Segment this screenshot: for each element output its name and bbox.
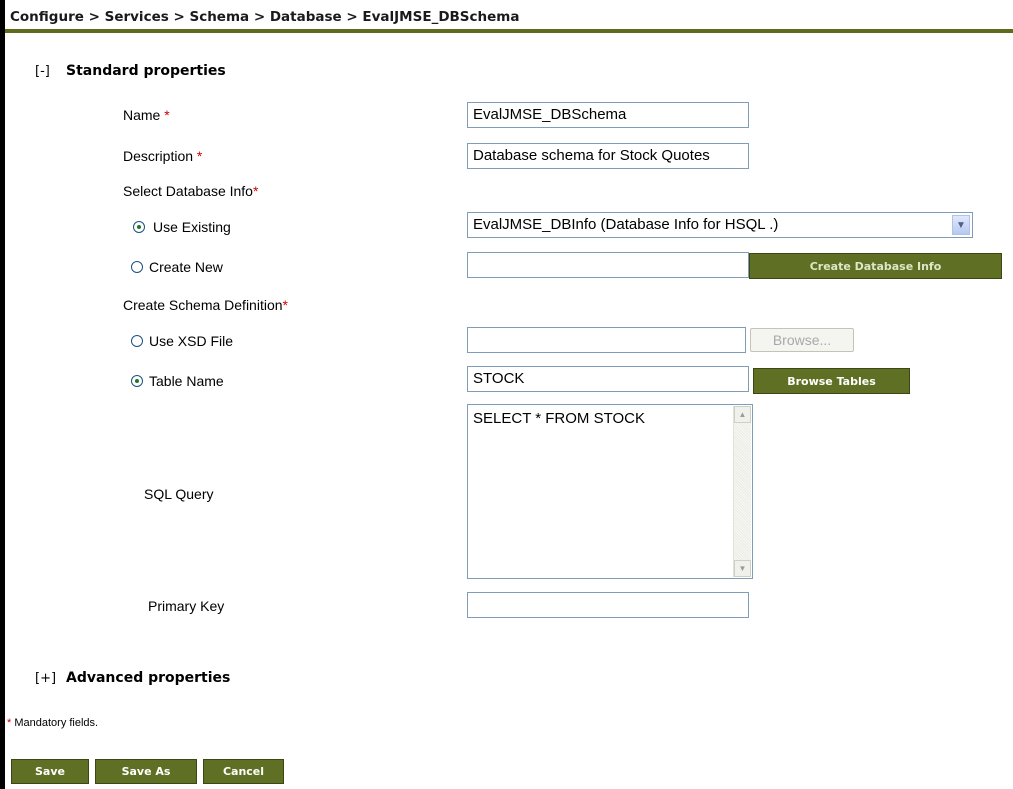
- description-label: Description *: [123, 148, 202, 164]
- left-border: [0, 0, 5, 789]
- table-name-radio[interactable]: [131, 375, 143, 387]
- required-marker: *: [282, 297, 288, 313]
- xsd-file-field[interactable]: [467, 327, 746, 353]
- use-xsd-label: Use XSD File: [149, 333, 234, 349]
- create-schema-definition-text: Create Schema Definition: [123, 297, 283, 313]
- standard-properties-title: Standard properties: [66, 63, 226, 79]
- create-new-radio[interactable]: [131, 261, 143, 273]
- name-label-text: Name: [123, 107, 161, 123]
- sql-query-text: SELECT * FROM STOCK: [473, 410, 645, 427]
- required-marker: *: [252, 183, 259, 199]
- save-button[interactable]: Save: [11, 759, 89, 784]
- standard-properties-toggle[interactable]: [-]: [35, 64, 50, 79]
- create-schema-definition-label: Create Schema Definition*: [123, 297, 288, 313]
- sql-query-scrollbar[interactable]: ▲ ▼: [733, 406, 751, 577]
- save-as-button[interactable]: Save As: [95, 759, 197, 784]
- advanced-properties-toggle[interactable]: [+]: [35, 671, 56, 686]
- advanced-properties-title[interactable]: Advanced properties: [66, 670, 230, 686]
- use-existing-radio-row[interactable]: Use Existing: [133, 219, 231, 235]
- use-existing-radio[interactable]: [133, 221, 145, 233]
- primary-key-label: Primary Key: [148, 598, 225, 614]
- use-existing-label: Use Existing: [153, 219, 231, 235]
- mandatory-note-text: Mandatory fields.: [14, 717, 99, 729]
- browse-tables-button[interactable]: Browse Tables: [753, 368, 910, 394]
- use-xsd-radio-row[interactable]: Use XSD File: [131, 333, 233, 349]
- create-database-info-button[interactable]: Create Database Info: [749, 253, 1002, 279]
- header-divider: [5, 29, 1013, 33]
- select-database-info-label: Select Database Info*: [123, 183, 258, 199]
- breadcrumb: Configure > Services > Schema > Database…: [10, 9, 520, 25]
- table-name-field[interactable]: STOCK: [467, 366, 749, 392]
- select-database-info-text: Select Database Info: [123, 183, 253, 199]
- create-new-label: Create New: [149, 259, 223, 275]
- database-info-select[interactable]: EvalJMSE_DBInfo (Database Info for HSQL …: [467, 212, 973, 238]
- sql-query-textarea[interactable]: SELECT * FROM STOCK ▲ ▼: [467, 404, 753, 579]
- name-field[interactable]: EvalJMSE_DBSchema: [467, 102, 749, 128]
- database-info-selected: EvalJMSE_DBInfo (Database Info for HSQL …: [473, 216, 779, 233]
- create-new-radio-row[interactable]: Create New: [131, 259, 223, 275]
- scroll-down-icon[interactable]: ▼: [734, 560, 751, 577]
- table-name-radio-row[interactable]: Table Name: [131, 373, 224, 389]
- browse-button[interactable]: Browse...: [750, 328, 854, 352]
- required-marker: *: [7, 717, 12, 729]
- schema-config-page: Configure > Services > Schema > Database…: [0, 0, 1013, 789]
- required-marker: *: [164, 107, 170, 123]
- sql-query-label: SQL Query: [144, 486, 214, 502]
- description-label-text: Description: [123, 148, 194, 164]
- chevron-down-icon[interactable]: ▼: [952, 215, 970, 235]
- description-field[interactable]: Database schema for Stock Quotes: [467, 143, 749, 169]
- scroll-up-icon[interactable]: ▲: [734, 406, 751, 423]
- cancel-button[interactable]: Cancel: [203, 759, 284, 784]
- table-name-label: Table Name: [149, 373, 224, 389]
- use-xsd-radio[interactable]: [131, 335, 143, 347]
- name-label: Name *: [123, 107, 170, 123]
- required-marker: *: [196, 148, 203, 164]
- primary-key-field[interactable]: [467, 592, 749, 618]
- mandatory-note: * Mandatory fields.: [7, 717, 98, 729]
- create-new-field[interactable]: [467, 252, 749, 278]
